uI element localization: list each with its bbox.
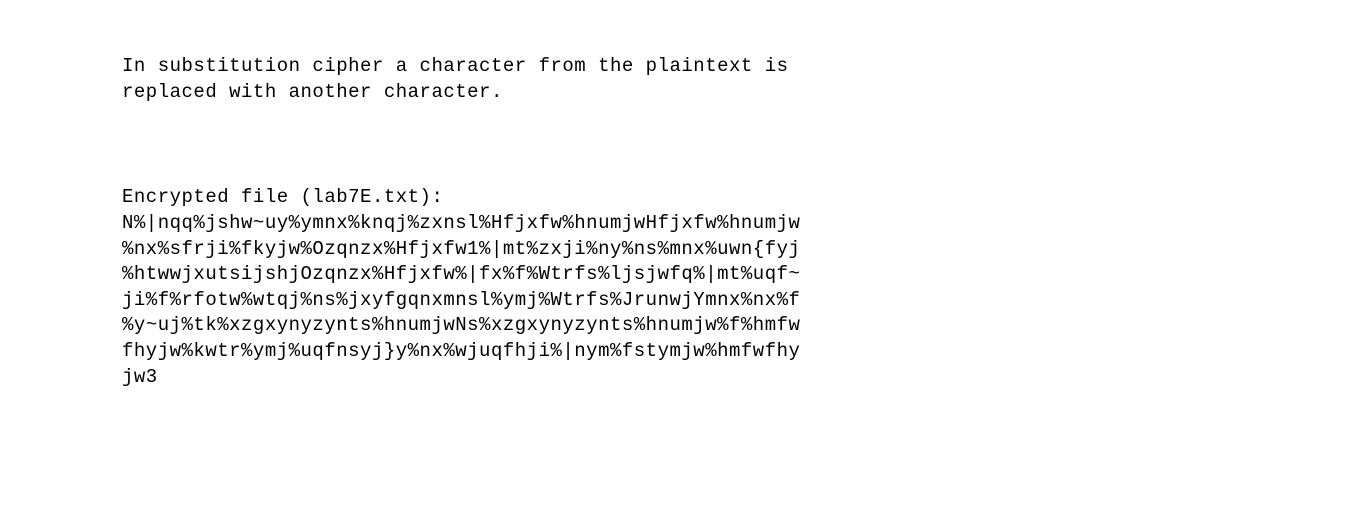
intro-line-1: In substitution cipher a character from … [122,54,1367,80]
encrypted-file-label: Encrypted file (lab7E.txt): [122,185,1367,211]
cipher-line-5: %y~uj%tk%xzgxynyzynts%hnumjwNs%xzgxynyzy… [122,313,1367,339]
cipher-line-2: %nx%sfrji%fkyjw%Ozqnzx%Hfjxfw1%|mt%zxji%… [122,237,1367,263]
cipher-line-7: jw3 [122,365,1367,391]
cipher-line-3: %htwwjxutsijshjOzqnzx%Hfjxfw%|fx%f%Wtrfs… [122,262,1367,288]
cipher-line-6: fhyjw%kwtr%ymj%uqfnsyj}y%nx%wjuqfhji%|ny… [122,339,1367,365]
ciphertext-block: N%|nqq%jshw~uy%ymnx%knqj%zxnsl%Hfjxfw%hn… [122,211,1367,390]
intro-paragraph: In substitution cipher a character from … [122,54,1367,105]
cipher-line-1: N%|nqq%jshw~uy%ymnx%knqj%zxnsl%Hfjxfw%hn… [122,211,1367,237]
intro-line-2: replaced with another character. [122,80,1367,106]
cipher-line-4: ji%f%rfotw%wtqj%ns%jxyfgqnxmnsl%ymj%Wtrf… [122,288,1367,314]
